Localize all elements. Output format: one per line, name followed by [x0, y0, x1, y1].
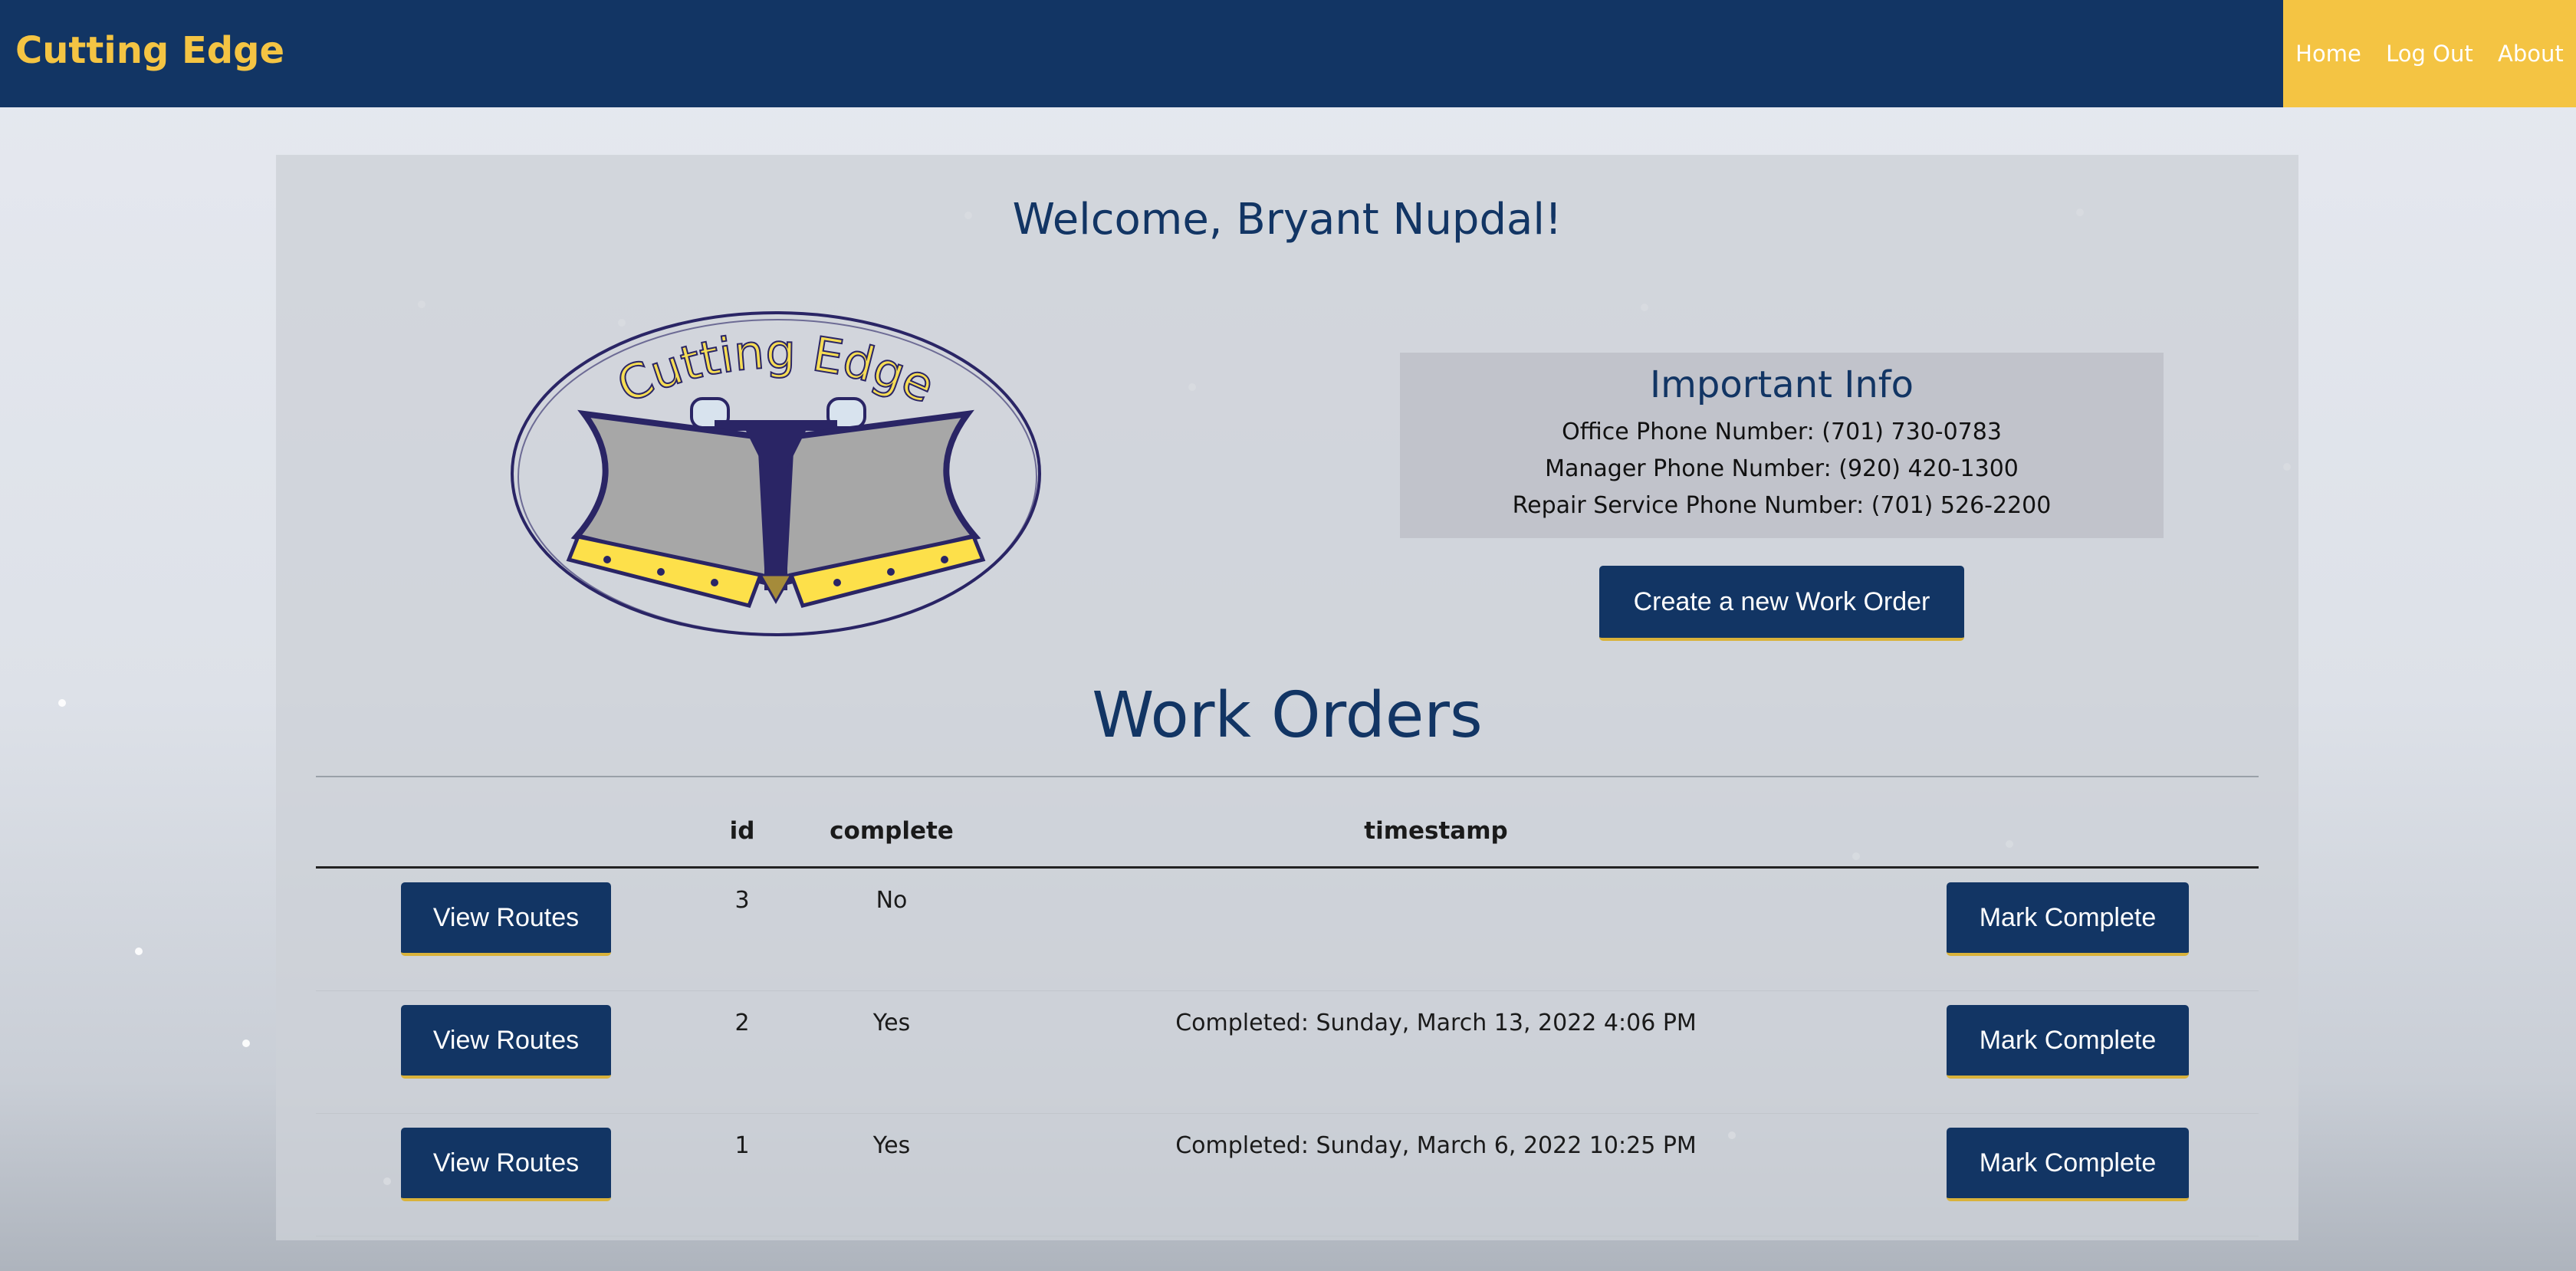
nav-links: Home Log Out About: [2283, 0, 2576, 107]
nav-about-link[interactable]: About: [2498, 41, 2564, 67]
important-info-title: Important Info: [1649, 363, 1914, 406]
row-complete: Yes: [788, 1113, 995, 1237]
header-timestamp: timestamp: [995, 796, 1877, 869]
row-id: 2: [696, 990, 788, 1114]
header-id: id: [696, 796, 788, 869]
row-timestamp: Completed: Sunday, March 6, 2022 10:25 P…: [995, 1113, 1877, 1237]
table-header-row: id complete timestamp: [316, 796, 2259, 869]
header-complete: complete: [788, 796, 995, 869]
welcome-heading: Welcome, Bryant Nupdal!: [1012, 195, 1562, 245]
header-actions: [316, 796, 696, 869]
row-id: 1: [696, 1113, 788, 1237]
row-complete: Yes: [788, 990, 995, 1114]
header-mark: [1877, 796, 2259, 869]
mark-complete-button[interactable]: Mark Complete: [1947, 882, 2189, 956]
table-row: View Routes 1 Yes Completed: Sunday, Mar…: [316, 1113, 2259, 1237]
view-routes-button[interactable]: View Routes: [401, 882, 611, 956]
top-navbar: Cutting Edge Home Log Out About: [0, 0, 2576, 107]
mark-complete-button[interactable]: Mark Complete: [1947, 1005, 2189, 1079]
mark-complete-button[interactable]: Mark Complete: [1947, 1128, 2189, 1201]
row-timestamp: Completed: Sunday, March 13, 2022 4:06 P…: [995, 990, 1877, 1114]
nav-logout-link[interactable]: Log Out: [2386, 41, 2473, 67]
table-row: View Routes 3 No Mark Complete: [316, 867, 2259, 991]
nav-home-link[interactable]: Home: [2295, 41, 2361, 67]
view-routes-button[interactable]: View Routes: [401, 1128, 611, 1201]
repair-phone: Repair Service Phone Number: (701) 526-2…: [1512, 492, 2052, 519]
important-info-box: Important Info Office Phone Number: (701…: [1400, 353, 2164, 538]
main-panel: Welcome, Bryant Nupdal! Cutting Edge Imp…: [276, 155, 2298, 1240]
row-id: 3: [696, 867, 788, 991]
brand-title[interactable]: Cutting Edge: [15, 29, 284, 72]
cutting-edge-logo: Cutting Edge: [511, 311, 1041, 636]
work-orders-table: id complete timestamp View Routes 3 No M…: [316, 796, 2259, 1237]
row-timestamp: [995, 867, 1877, 991]
view-routes-button[interactable]: View Routes: [401, 1005, 611, 1079]
office-phone: Office Phone Number: (701) 730-0783: [1562, 419, 2002, 445]
row-complete: No: [788, 867, 995, 991]
work-orders-heading: Work Orders: [1092, 679, 1483, 752]
divider: [316, 776, 2259, 777]
table-row: View Routes 2 Yes Completed: Sunday, Mar…: [316, 990, 2259, 1114]
manager-phone: Manager Phone Number: (920) 420-1300: [1545, 455, 2019, 482]
create-work-order-button[interactable]: Create a new Work Order: [1599, 566, 1964, 641]
